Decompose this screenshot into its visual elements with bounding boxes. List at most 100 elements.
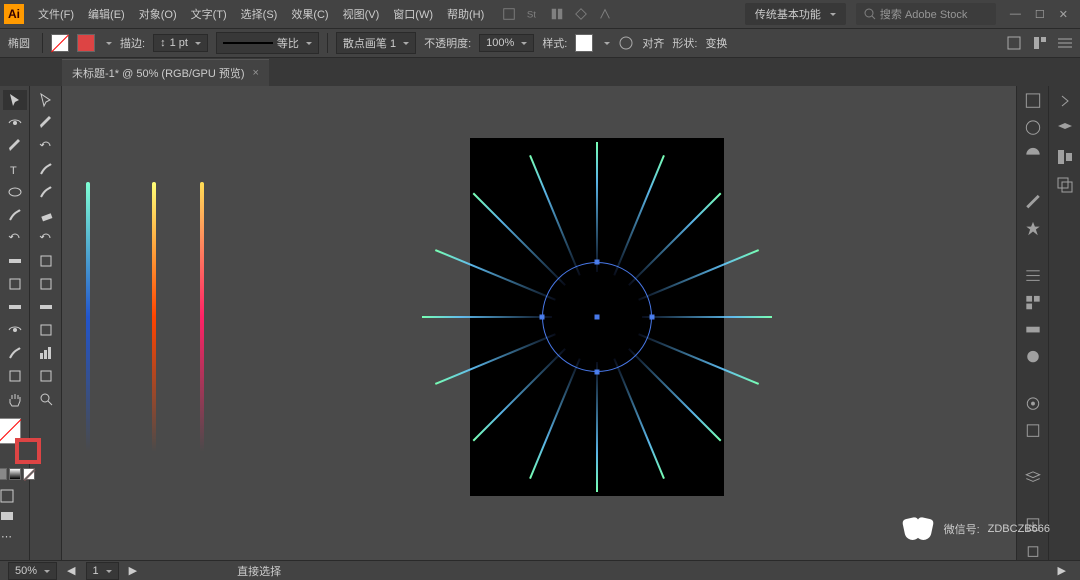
transform-label[interactable]: 变换 — [705, 35, 727, 51]
gradient-panel-icon[interactable] — [1024, 321, 1042, 338]
tool-free-transform[interactable] — [34, 251, 58, 271]
tool-perspective[interactable] — [34, 274, 58, 294]
tool-curvature[interactable] — [34, 136, 58, 156]
close-button[interactable]: ✕ — [1059, 8, 1068, 21]
tool-lasso[interactable] — [34, 113, 58, 133]
tool-shape-builder[interactable] — [3, 274, 27, 294]
tool-scale[interactable] — [34, 228, 58, 248]
ray[interactable] — [596, 362, 598, 492]
expand-panels-icon[interactable] — [1056, 92, 1074, 110]
menu-help[interactable]: 帮助(H) — [441, 2, 490, 26]
artboard-next[interactable]: ▶ — [129, 564, 137, 577]
swatch-menu[interactable] — [103, 37, 112, 49]
artboard-prev[interactable]: ◀ — [67, 564, 75, 577]
artboard-number[interactable]: 1 — [86, 562, 119, 580]
tab-close-button[interactable]: × — [253, 67, 259, 79]
arrange-icon[interactable] — [550, 7, 564, 21]
menu-window[interactable]: 窗口(W) — [387, 2, 439, 26]
minimize-button[interactable]: — — [1010, 8, 1021, 21]
edit-toolbar[interactable]: ⋯ — [0, 526, 19, 546]
color-mode-swatches[interactable] — [0, 468, 35, 480]
tool-direct-selection[interactable] — [34, 90, 58, 110]
tool-eraser[interactable] — [34, 205, 58, 225]
scroll-right[interactable]: ▶ — [1058, 564, 1066, 577]
tool-selection[interactable] — [3, 90, 27, 110]
artboards-icon[interactable] — [1024, 543, 1042, 560]
tool-symbol-sprayer[interactable] — [3, 343, 27, 363]
stroke-swatch[interactable] — [77, 34, 95, 52]
layers-alt-icon[interactable] — [1056, 120, 1074, 138]
menu-file[interactable]: 文件(F) — [32, 2, 80, 26]
swatches-icon[interactable] — [1024, 294, 1042, 311]
menu-type[interactable]: 文字(T) — [185, 2, 233, 26]
menu-view[interactable]: 视图(V) — [337, 2, 386, 26]
symbols-icon[interactable] — [1024, 220, 1042, 237]
tool-pencil[interactable] — [3, 205, 27, 225]
brush-stroke[interactable] — [200, 182, 204, 452]
brushes-icon[interactable] — [1024, 193, 1042, 210]
brush-stroke[interactable] — [152, 182, 156, 452]
tool-hand[interactable] — [3, 389, 27, 409]
style-menu[interactable] — [601, 37, 610, 49]
fill-swatch[interactable] — [51, 34, 69, 52]
color-icon[interactable] — [1024, 146, 1042, 163]
align-panel-icon[interactable] — [1056, 148, 1074, 166]
tool-column-graph[interactable] — [34, 343, 58, 363]
stroke-weight-input[interactable]: ↕1 pt — [153, 34, 208, 52]
ray[interactable] — [422, 316, 552, 318]
search-stock[interactable]: 搜索 Adobe Stock — [856, 3, 996, 25]
draw-mode[interactable] — [0, 486, 19, 506]
menu-object[interactable]: 对象(O) — [133, 2, 183, 26]
tool-mesh[interactable] — [3, 297, 27, 317]
tool-magic-wand[interactable] — [3, 113, 27, 133]
menu-effect[interactable]: 效果(C) — [285, 2, 334, 26]
zoom-level[interactable]: 50% — [8, 562, 57, 580]
brush-definition[interactable]: 散点画笔 1 — [336, 32, 416, 54]
tool-rectangle[interactable] — [3, 182, 27, 202]
tool-width[interactable] — [3, 251, 27, 271]
stroke-preview[interactable]: 等比 — [216, 32, 319, 54]
tool-blend[interactable] — [34, 320, 58, 340]
stroke-panel-icon[interactable] — [1024, 267, 1042, 284]
transparency-icon[interactable] — [1024, 348, 1042, 365]
document-tab[interactable]: 未标题-1* @ 50% (RGB/GPU 预览) × — [62, 59, 269, 86]
canvas[interactable] — [62, 86, 1016, 560]
tool-eyedropper[interactable] — [3, 320, 27, 340]
tool-gradient[interactable] — [34, 297, 58, 317]
recolor-icon[interactable] — [618, 35, 634, 51]
layers-icon[interactable] — [1024, 469, 1042, 486]
shape-label[interactable]: 形状: — [672, 35, 697, 51]
panel-menu-icon[interactable] — [1058, 36, 1072, 50]
tool-rotate[interactable] — [3, 228, 27, 248]
align-label[interactable]: 对齐 — [642, 35, 664, 51]
artboard[interactable] — [470, 138, 724, 496]
tool-paintbrush[interactable] — [34, 182, 58, 202]
center-point[interactable] — [595, 315, 600, 320]
libraries-icon[interactable] — [1024, 119, 1042, 136]
bridge-icon[interactable]: St — [526, 7, 540, 21]
screen-mode[interactable] — [0, 506, 19, 526]
gpu-icon[interactable] — [574, 7, 588, 21]
ray[interactable] — [596, 142, 598, 272]
opacity-input[interactable]: 100% — [479, 34, 534, 52]
style-swatch[interactable] — [575, 34, 593, 52]
menu-select[interactable]: 选择(S) — [235, 2, 284, 26]
tool-type[interactable]: T — [3, 159, 27, 179]
ray[interactable] — [642, 316, 772, 318]
brush-stroke[interactable] — [86, 182, 90, 452]
tool-artboard[interactable] — [3, 366, 27, 386]
menu-edit[interactable]: 编辑(E) — [82, 2, 131, 26]
tool-pen[interactable] — [3, 136, 27, 156]
maximize-button[interactable]: ☐ — [1035, 8, 1045, 21]
align-pixel-icon[interactable] — [1032, 35, 1048, 51]
appearance-icon[interactable] — [1024, 395, 1042, 412]
tool-zoom[interactable] — [34, 389, 58, 409]
home-icon[interactable] — [502, 7, 516, 21]
share-icon[interactable] — [598, 7, 612, 21]
tool-slice[interactable] — [34, 366, 58, 386]
tool-line[interactable] — [34, 159, 58, 179]
fill-stroke-indicator[interactable] — [0, 418, 35, 458]
workspace-switcher[interactable]: 传统基本功能 — [745, 3, 846, 25]
isolate-icon[interactable] — [1006, 35, 1022, 51]
pathfinder-icon[interactable] — [1056, 176, 1074, 194]
